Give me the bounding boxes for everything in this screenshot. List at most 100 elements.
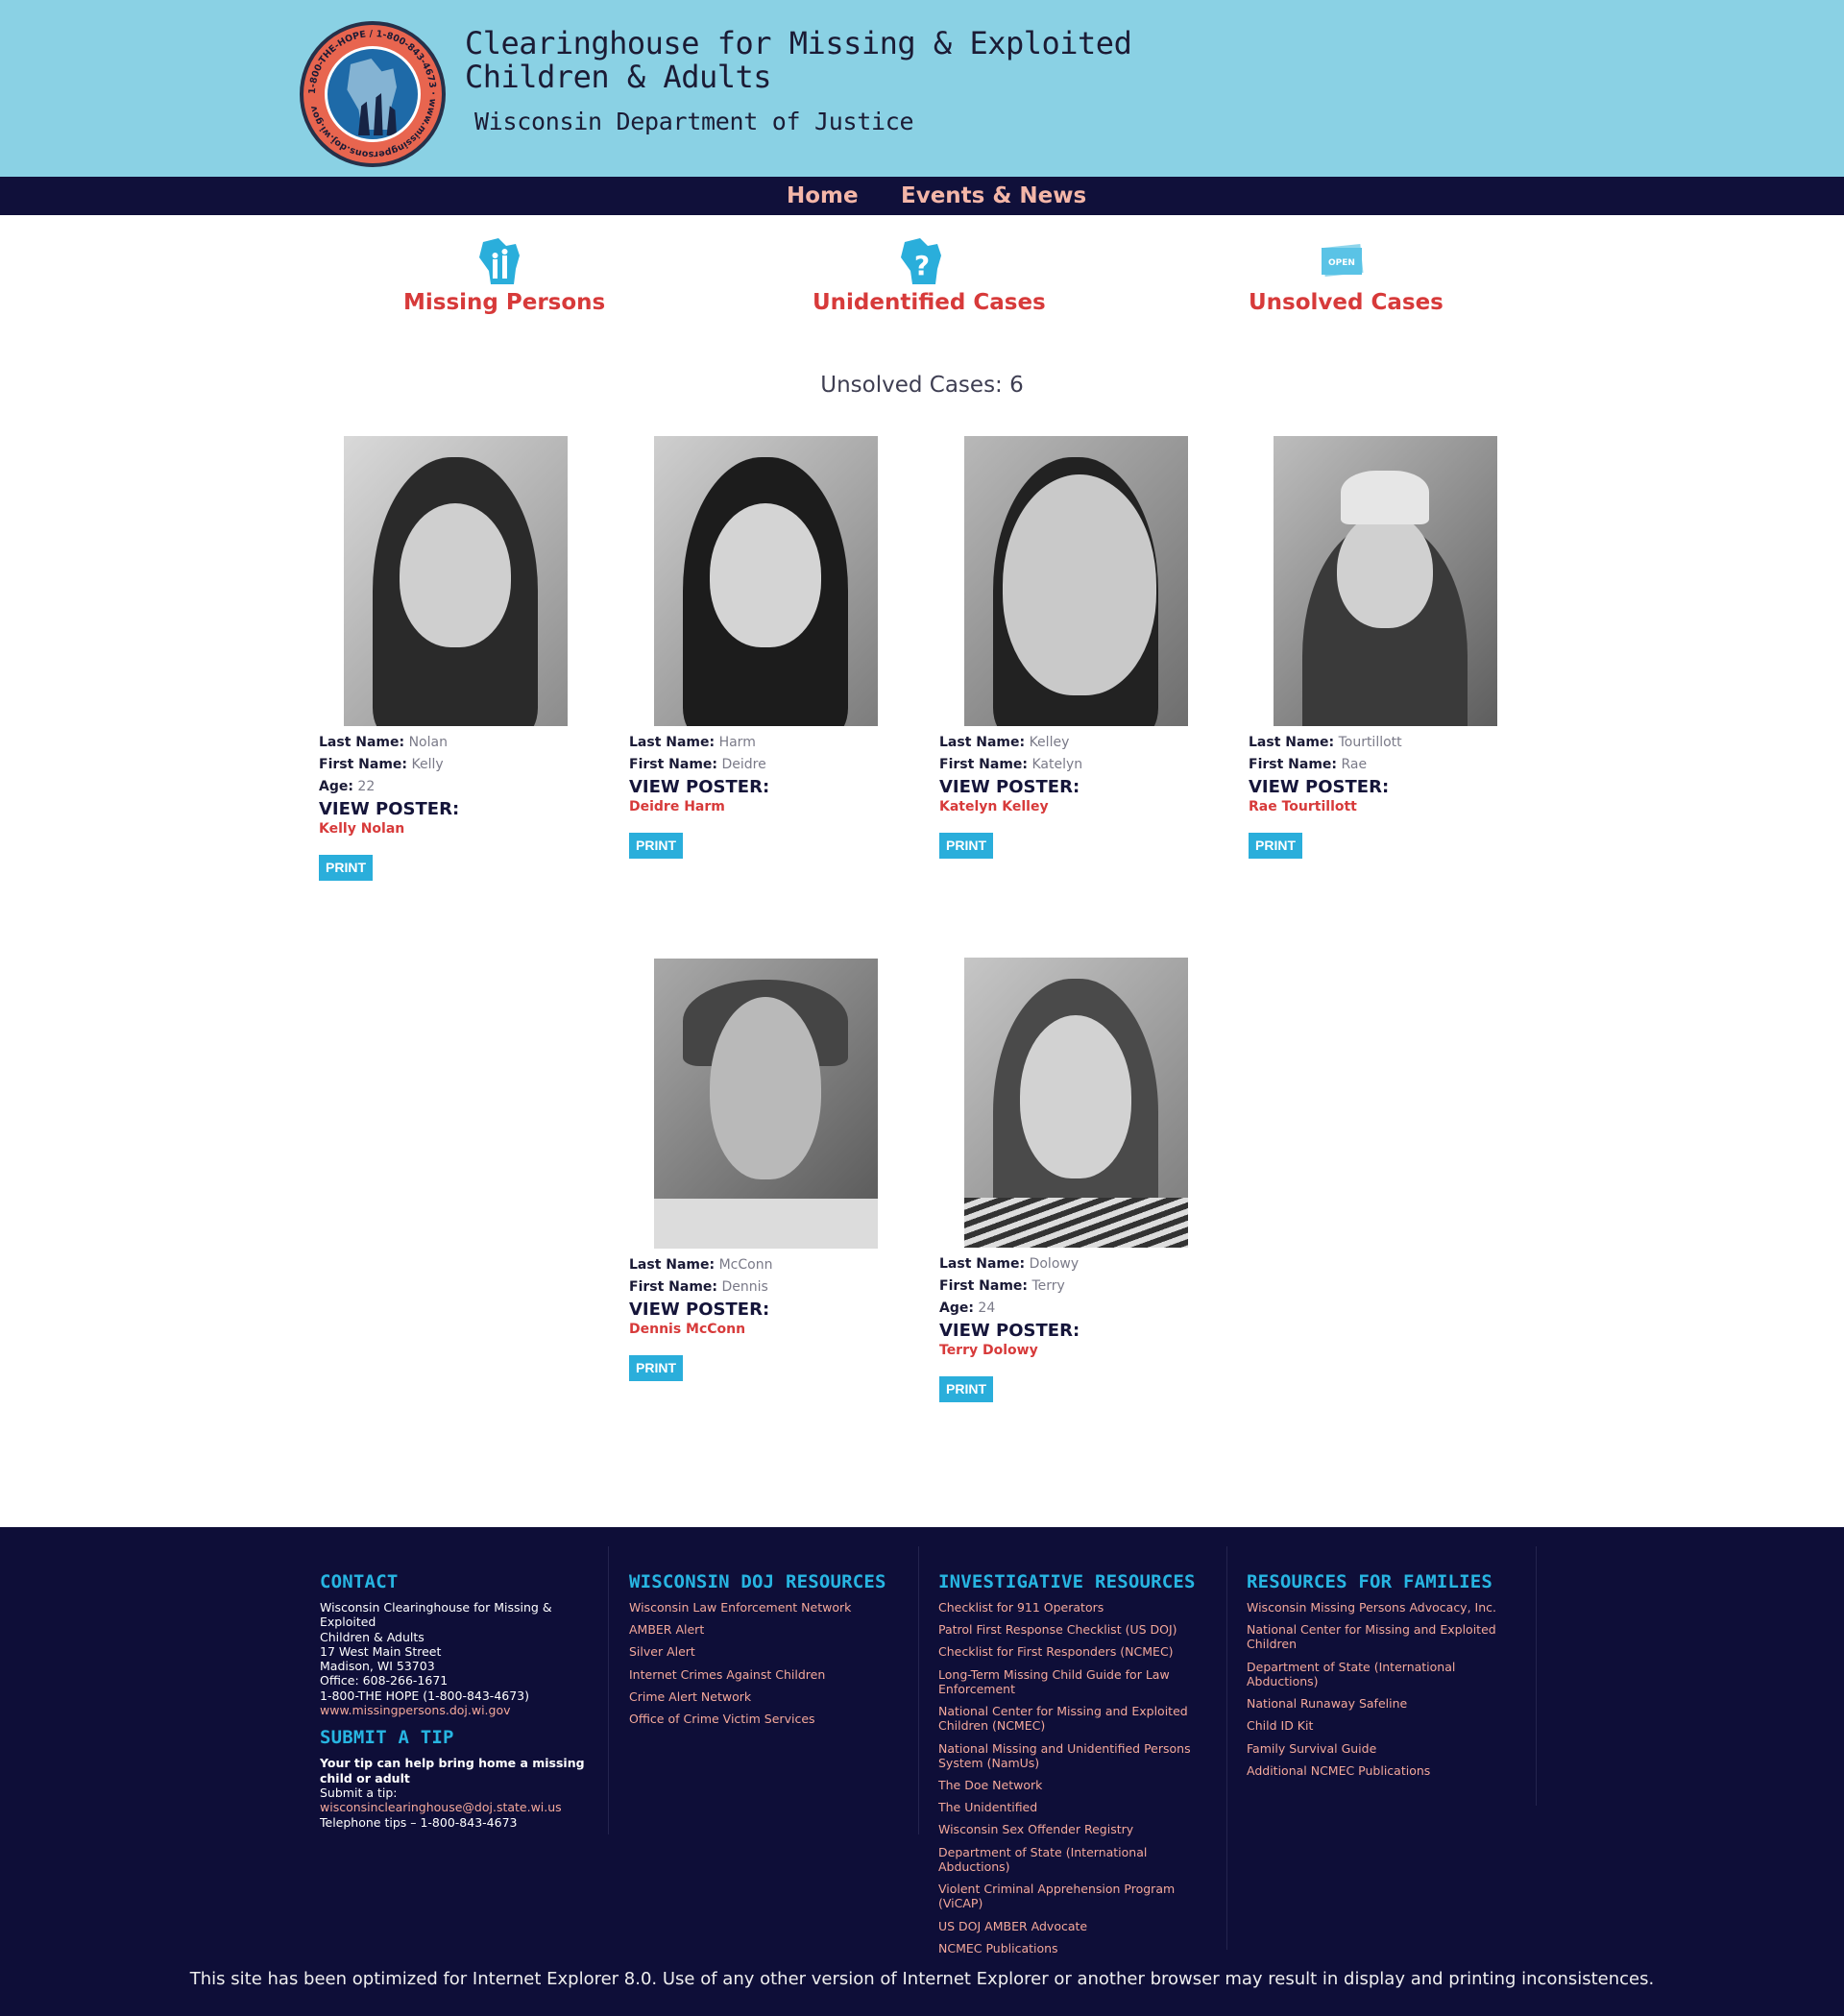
contact-website-link[interactable]: www.missingpersons.doj.wi.gov: [320, 1703, 598, 1717]
family-resource-link[interactable]: Department of State (International Abduc…: [1247, 1660, 1525, 1689]
case-first-name: First Name: Deidre: [629, 757, 766, 772]
doj-resource-link[interactable]: AMBER Alert: [629, 1622, 908, 1637]
case-photo[interactable]: [964, 436, 1188, 726]
tip-intro: Your tip can help bring home a missing c…: [320, 1756, 585, 1785]
case-photo[interactable]: [344, 436, 568, 726]
open-folder-icon: OPEN: [1322, 243, 1364, 278]
print-button[interactable]: PRINT: [939, 1376, 993, 1402]
case-first-name: First Name: Rae: [1249, 757, 1368, 772]
view-poster-label: VIEW POSTER:: [939, 777, 1080, 797]
view-poster-label: VIEW POSTER:: [1249, 777, 1390, 797]
poster-link[interactable]: Terry Dolowy: [939, 1342, 1208, 1359]
case-photo[interactable]: [654, 959, 878, 1249]
print-button[interactable]: PRINT: [629, 833, 683, 859]
poster-link[interactable]: Deidre Harm: [629, 798, 898, 815]
category-unsolved-cases[interactable]: OPEN Unsolved Cases: [1249, 236, 1444, 315]
family-resource-link[interactable]: Child ID Kit: [1247, 1718, 1525, 1733]
nav-home-link[interactable]: Home: [787, 183, 859, 208]
contact-line: 1-800-THE HOPE (1-800-843-4673): [320, 1688, 530, 1703]
case-photo[interactable]: [964, 958, 1188, 1248]
investigative-resource-link[interactable]: Checklist for 911 Operators: [938, 1600, 1217, 1615]
case-last-name: Last Name: Tourtillott: [1249, 735, 1402, 750]
category-unidentified-cases[interactable]: ? Unidentified Cases: [813, 236, 1046, 315]
print-button[interactable]: PRINT: [1249, 833, 1302, 859]
doj-resource-link[interactable]: Internet Crimes Against Children: [629, 1667, 908, 1682]
doj-resource-link[interactable]: Wisconsin Law Enforcement Network: [629, 1600, 908, 1615]
case-last-name: Last Name: Nolan: [319, 735, 448, 750]
investigative-resource-link[interactable]: NCMEC Publications: [938, 1941, 1217, 1955]
wisconsin-people-icon: [479, 238, 520, 284]
logo-emblem: [325, 46, 421, 142]
footer-doj-column: WISCONSIN DOJ RESOURCES Wisconsin Law En…: [629, 1571, 908, 1734]
view-poster-label: VIEW POSTER:: [319, 799, 460, 819]
case-last-name: Last Name: McConn: [629, 1257, 773, 1273]
contact-line: Madison, WI 53703: [320, 1659, 435, 1674]
poster-link[interactable]: Rae Tourtillott: [1249, 798, 1517, 815]
case-photo[interactable]: [654, 436, 878, 726]
case-last-name: Last Name: Harm: [629, 735, 756, 750]
investigative-resource-link[interactable]: Wisconsin Sex Offender Registry: [938, 1822, 1217, 1836]
tip-email-link[interactable]: wisconsinclearinghouse@doj.state.wi.us: [320, 1800, 598, 1814]
family-resource-link[interactable]: Wisconsin Missing Persons Advocacy, Inc.: [1247, 1600, 1525, 1615]
investigative-resource-link[interactable]: Patrol First Response Checklist (US DOJ): [938, 1622, 1217, 1637]
footer-contact-column: CONTACT Wisconsin Clearinghouse for Miss…: [320, 1571, 598, 1830]
footer-investigative-column: INVESTIGATIVE RESOURCES Checklist for 91…: [938, 1571, 1217, 1963]
print-button[interactable]: PRINT: [629, 1355, 683, 1381]
case-last-name: Last Name: Kelley: [939, 735, 1070, 750]
poster-link[interactable]: Kelly Nolan: [319, 820, 588, 838]
print-button[interactable]: PRINT: [319, 855, 373, 881]
doj-resource-link[interactable]: Office of Crime Victim Services: [629, 1712, 908, 1726]
case-first-name: First Name: Katelyn: [939, 757, 1083, 772]
category-missing-persons[interactable]: Missing Persons: [403, 236, 606, 315]
headdress-shape: [1341, 471, 1429, 524]
site-logo[interactable]: 1-800-THE-HOPE / 1-800-843-4673 · www.mi…: [300, 21, 446, 167]
footer-divider: [608, 1546, 609, 1834]
site-header: 1-800-THE-HOPE / 1-800-843-4673 · www.mi…: [0, 0, 1844, 177]
site-footer: CONTACT Wisconsin Clearinghouse for Miss…: [0, 1527, 1844, 2016]
site-subtitle: Wisconsin Department of Justice: [474, 108, 914, 135]
investigative-resource-link[interactable]: The Unidentified: [938, 1800, 1217, 1814]
case-first-name: First Name: Kelly: [319, 757, 444, 772]
nav-events-news-link[interactable]: Events & News: [901, 183, 1086, 208]
print-button[interactable]: PRINT: [939, 833, 993, 859]
svg-text:OPEN: OPEN: [1328, 258, 1355, 268]
family-resource-link[interactable]: National Center for Missing and Exploite…: [1247, 1622, 1525, 1652]
investigative-resource-link[interactable]: Checklist for First Responders (NCMEC): [938, 1644, 1217, 1659]
contact-line: 17 West Main Street: [320, 1643, 442, 1659]
contact-line: Office: 608-266-1671: [320, 1673, 449, 1688]
doj-resource-link[interactable]: Crime Alert Network: [629, 1689, 908, 1704]
category-unsolved-label: Unsolved Cases: [1249, 290, 1444, 315]
family-resource-link[interactable]: Additional NCMEC Publications: [1247, 1763, 1525, 1778]
striped-shirt-shape: [964, 1198, 1188, 1248]
category-missing-label: Missing Persons: [403, 290, 606, 315]
investigative-resources-heading: INVESTIGATIVE RESOURCES: [938, 1571, 1196, 1592]
tip-phone: Telephone tips – 1-800-843-4673: [320, 1814, 518, 1830]
investigative-resource-link[interactable]: Violent Criminal Apprehension Program (V…: [938, 1882, 1217, 1911]
poster-link[interactable]: Katelyn Kelley: [939, 798, 1208, 815]
view-poster-label: VIEW POSTER:: [629, 1299, 770, 1320]
main-nav: Home Events & News: [0, 177, 1844, 215]
investigative-resource-link[interactable]: National Center for Missing and Exploite…: [938, 1704, 1217, 1734]
category-unidentified-label: Unidentified Cases: [813, 290, 1046, 315]
doj-resource-link[interactable]: Silver Alert: [629, 1644, 908, 1659]
poster-link[interactable]: Dennis McConn: [629, 1321, 898, 1338]
footer-families-column: RESOURCES FOR FAMILIES Wisconsin Missing…: [1247, 1571, 1525, 1785]
site-title: Clearinghouse for Missing & Exploited Ch…: [465, 25, 1132, 95]
investigative-resource-link[interactable]: US DOJ AMBER Advocate: [938, 1919, 1217, 1933]
wisconsin-question-icon: ?: [901, 238, 941, 284]
view-poster-label: VIEW POSTER:: [939, 1321, 1080, 1341]
case-photo[interactable]: [1274, 436, 1497, 726]
family-resource-link[interactable]: National Runaway Safeline: [1247, 1696, 1525, 1711]
case-age: Age: 24: [939, 1300, 996, 1316]
tip-submit-label: Submit a tip:: [320, 1785, 398, 1800]
investigative-resource-link[interactable]: Long-Term Missing Child Guide for Law En…: [938, 1667, 1217, 1697]
contact-line: Wisconsin Clearinghouse for Missing & Ex…: [320, 1600, 552, 1630]
family-resource-link[interactable]: Family Survival Guide: [1247, 1741, 1525, 1756]
investigative-resource-link[interactable]: National Missing and Unidentified Person…: [938, 1741, 1217, 1771]
investigative-resource-link[interactable]: Department of State (International Abduc…: [938, 1845, 1217, 1875]
contact-heading: CONTACT: [320, 1571, 399, 1592]
families-resources-heading: RESOURCES FOR FAMILIES: [1247, 1571, 1493, 1592]
case-first-name: First Name: Terry: [939, 1278, 1065, 1294]
investigative-resource-link[interactable]: The Doe Network: [938, 1778, 1217, 1792]
submit-tip-heading: SUBMIT A TIP: [320, 1727, 454, 1749]
